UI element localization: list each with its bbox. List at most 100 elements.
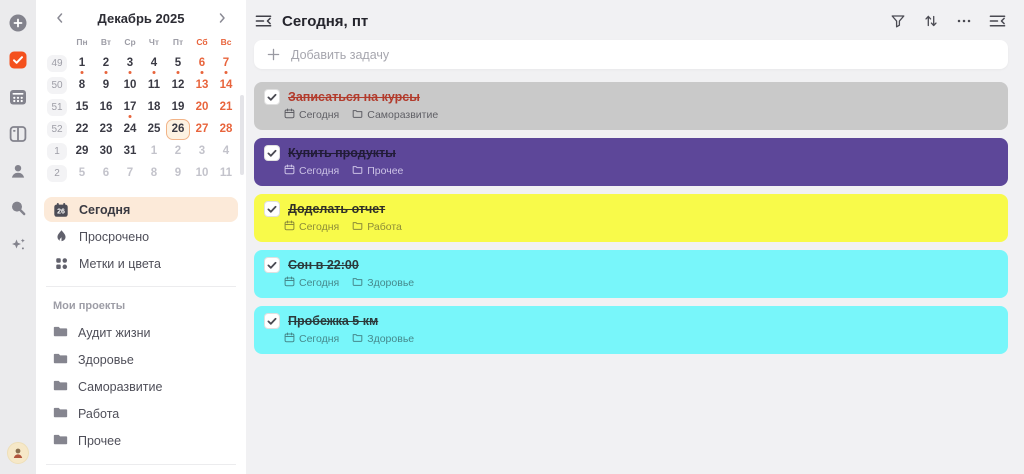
task-title: Сон в 22:00 <box>288 258 359 272</box>
rail-search-icon[interactable] <box>8 198 28 218</box>
calendar-day[interactable]: 14 <box>214 75 238 96</box>
project-item[interactable]: Саморазвитие <box>44 373 238 400</box>
week-number: 1 <box>47 143 67 160</box>
calendar-day[interactable]: 12 <box>166 75 190 96</box>
calendar-day[interactable]: 10 <box>190 163 214 184</box>
task-card[interactable]: Сон в 22:00 Сегодня Здоровье <box>254 250 1008 298</box>
calendar-day[interactable]: 4 <box>142 53 166 74</box>
folder-small-icon <box>352 164 363 178</box>
calendar-day[interactable]: 17 <box>118 97 142 118</box>
sidebar: Декабрь 2025 Пн Вт Ср Чт Пт Сб Вс 49 1 2 3 4 5 6 7 50 8 9… <box>36 0 246 474</box>
user-avatar[interactable] <box>7 442 29 464</box>
calendar-day[interactable]: 24 <box>118 119 142 140</box>
calendar-day[interactable]: 3 <box>118 53 142 74</box>
task-checkbox-checked[interactable] <box>264 89 280 105</box>
task-checkbox-checked[interactable] <box>264 257 280 273</box>
calendar-day[interactable]: 19 <box>166 97 190 118</box>
folder-icon <box>53 432 68 450</box>
calendar-day[interactable]: 21 <box>214 97 238 118</box>
day-of-week-label: Сб <box>196 37 208 47</box>
calendar-day[interactable]: 15 <box>70 97 94 118</box>
calendar-day[interactable]: 1 <box>70 53 94 74</box>
day-of-week-label: Пт <box>172 37 184 47</box>
collapse-sidebar-icon[interactable] <box>254 12 272 30</box>
calendar-day[interactable]: 28 <box>214 119 238 140</box>
more-icon[interactable] <box>955 12 973 30</box>
rail-kanban-icon[interactable] <box>8 124 28 144</box>
calendar-day[interactable]: 22 <box>70 119 94 140</box>
project-item[interactable]: Здоровье <box>44 346 238 373</box>
task-checkbox-checked[interactable] <box>264 201 280 217</box>
calendar-next-button[interactable] <box>214 10 230 26</box>
calendar-day[interactable]: 20 <box>190 97 214 118</box>
folder-small-icon <box>352 276 363 290</box>
task-row: Сон в 22:00 <box>264 257 996 273</box>
calendar-day[interactable]: 18 <box>142 97 166 118</box>
calendar-small-icon <box>284 276 295 290</box>
task-project-chip: Саморазвитие <box>352 108 438 122</box>
calendar-day[interactable]: 3 <box>190 141 214 162</box>
day-of-week-label: Пн <box>76 37 88 47</box>
task-card[interactable]: Купить продукты Сегодня Прочее <box>254 138 1008 186</box>
task-card[interactable]: Доделать отчет Сегодня Работа <box>254 194 1008 242</box>
calendar-day[interactable]: 16 <box>94 97 118 118</box>
calendar-day[interactable]: 8 <box>70 75 94 96</box>
calendar-day[interactable]: 2 <box>166 141 190 162</box>
calendar-day[interactable]: 30 <box>94 141 118 162</box>
calendar-day[interactable]: 29 <box>70 141 94 162</box>
task-card[interactable]: Записаться на курсы Сегодня Саморазвитие <box>254 82 1008 130</box>
svg-text:26: 26 <box>57 208 65 215</box>
project-label: Саморазвитие <box>78 379 163 394</box>
rail-contacts-icon[interactable] <box>8 161 28 181</box>
calendar-day[interactable]: 7 <box>118 163 142 184</box>
calendar-day[interactable]: 31 <box>118 141 142 162</box>
calendar-day[interactable]: 10 <box>118 75 142 96</box>
sidebar-item-labels-grid[interactable]: Метки и цвета <box>44 251 238 276</box>
rail-calendar-icon[interactable] <box>8 87 28 107</box>
project-item[interactable]: Прочее <box>44 427 238 454</box>
rail-tasks-icon[interactable] <box>8 50 28 70</box>
calendar-prev-button[interactable] <box>52 10 68 26</box>
plus-icon <box>267 48 280 61</box>
sidebar-scrollbar[interactable] <box>240 95 244 175</box>
collapse-panel-icon[interactable] <box>988 12 1006 30</box>
filter-icon[interactable] <box>889 12 907 30</box>
project-label: Работа <box>78 406 120 421</box>
rail-icons <box>8 13 28 255</box>
calendar-header: Декабрь 2025 <box>44 8 238 26</box>
calendar-day[interactable]: 5 <box>70 163 94 184</box>
sidebar-item-flame[interactable]: Просрочено <box>44 224 238 249</box>
calendar-day[interactable]: 9 <box>94 75 118 96</box>
task-card[interactable]: Пробежка 5 км Сегодня Здоровье <box>254 306 1008 354</box>
sidebar-item-today[interactable]: 26 Сегодня <box>44 197 238 222</box>
calendar-day[interactable]: 7 <box>214 53 238 74</box>
calendar-day[interactable]: 6 <box>190 53 214 74</box>
calendar-day[interactable]: 11 <box>142 75 166 96</box>
calendar-day[interactable]: 11 <box>214 163 238 184</box>
folder-icon <box>53 324 68 342</box>
calendar-day[interactable]: 25 <box>142 119 166 140</box>
calendar-day-selected[interactable]: 26 <box>166 119 190 140</box>
calendar-day[interactable]: 9 <box>166 163 190 184</box>
calendar-day[interactable]: 13 <box>190 75 214 96</box>
project-item[interactable]: Работа <box>44 400 238 427</box>
task-checkbox-checked[interactable] <box>264 145 280 161</box>
project-list: Аудит жизни Здоровье Саморазвитие Работа Про… <box>44 319 238 454</box>
calendar-day[interactable]: 23 <box>94 119 118 140</box>
task-project-chip: Здоровье <box>352 332 414 346</box>
calendar-day[interactable]: 5 <box>166 53 190 74</box>
sort-icon[interactable] <box>922 12 940 30</box>
flame-icon <box>53 229 69 244</box>
calendar-day[interactable]: 8 <box>142 163 166 184</box>
rail-sparkles-icon[interactable] <box>8 235 28 255</box>
task-checkbox-checked[interactable] <box>264 313 280 329</box>
add-task-input[interactable]: Добавить задачу <box>254 40 1008 69</box>
rail-add-icon[interactable] <box>8 13 28 33</box>
calendar-day[interactable]: 2 <box>94 53 118 74</box>
calendar-day[interactable]: 1 <box>142 141 166 162</box>
project-label: Здоровье <box>78 352 134 367</box>
calendar-day[interactable]: 27 <box>190 119 214 140</box>
calendar-day[interactable]: 6 <box>94 163 118 184</box>
calendar-day[interactable]: 4 <box>214 141 238 162</box>
project-item[interactable]: Аудит жизни <box>44 319 238 346</box>
